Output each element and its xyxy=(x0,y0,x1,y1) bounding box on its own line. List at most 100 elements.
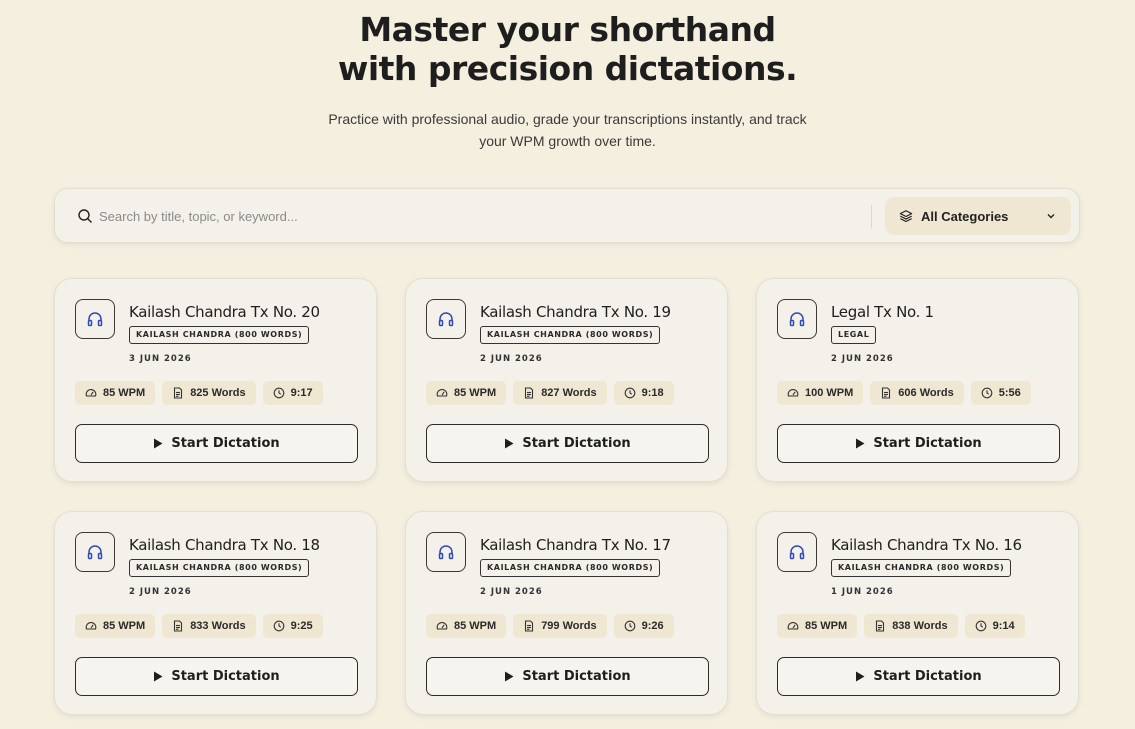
start-dictation-button[interactable]: Start Dictation xyxy=(75,424,358,463)
card-stats: 85 WPM 825 Words 9:17 xyxy=(75,381,323,405)
wpm-value: 100 WPM xyxy=(805,387,854,399)
speedometer-icon xyxy=(787,622,799,630)
headphones-icon xyxy=(438,312,454,327)
start-dictation-label: Start Dictation xyxy=(171,436,280,451)
start-dictation-button[interactable]: Start Dictation xyxy=(777,424,1060,463)
audio-icon-box xyxy=(426,532,466,572)
words-value: 838 Words xyxy=(892,620,948,632)
headphones-icon xyxy=(87,312,103,327)
search-icon xyxy=(78,209,92,223)
audio-icon-box xyxy=(426,299,466,339)
words-stat: 833 Words xyxy=(162,614,256,638)
wpm-value: 85 WPM xyxy=(454,620,497,632)
words-stat: 799 Words xyxy=(513,614,607,638)
document-icon xyxy=(876,620,885,632)
card-date: 3 JUN 2026 xyxy=(129,354,192,364)
card-date: 2 JUN 2026 xyxy=(480,354,543,364)
page-title-line2: with precision dictations. xyxy=(337,49,798,88)
wpm-value: 85 WPM xyxy=(103,387,146,399)
start-dictation-button[interactable]: Start Dictation xyxy=(75,657,358,696)
play-icon xyxy=(856,671,865,682)
speedometer-icon xyxy=(787,389,799,397)
start-dictation-button[interactable]: Start Dictation xyxy=(426,657,709,696)
card-title[interactable]: Kailash Chandra Tx No. 20 xyxy=(129,303,320,321)
card-stats: 85 WPM 838 Words 9:14 xyxy=(777,614,1025,638)
layers-icon xyxy=(899,210,913,223)
duration-value: 9:14 xyxy=(992,620,1015,632)
clock-icon xyxy=(273,387,284,399)
chevron-down-icon xyxy=(1047,214,1055,219)
search-bar: All Categories xyxy=(54,188,1080,243)
duration-stat: 9:18 xyxy=(613,381,674,405)
duration-value: 9:26 xyxy=(641,620,664,632)
category-select[interactable]: All Categories xyxy=(885,197,1071,235)
wpm-stat: 85 WPM xyxy=(777,614,858,638)
duration-value: 9:17 xyxy=(290,387,313,399)
search-divider xyxy=(871,205,872,228)
category-tag: KAILASH CHANDRA (800 WORDS) xyxy=(129,326,310,344)
wpm-stat: 85 WPM xyxy=(75,614,156,638)
duration-value: 5:56 xyxy=(998,387,1021,399)
card-title[interactable]: Kailash Chandra Tx No. 19 xyxy=(480,303,671,321)
card-stats: 100 WPM 606 Words 5:56 xyxy=(777,381,1031,405)
wpm-stat: 100 WPM xyxy=(777,381,864,405)
clock-icon xyxy=(624,387,635,399)
clock-icon xyxy=(624,620,635,632)
duration-value: 9:18 xyxy=(641,387,664,399)
card-date: 1 JUN 2026 xyxy=(831,587,894,597)
duration-value: 9:25 xyxy=(290,620,313,632)
play-icon xyxy=(505,438,514,449)
start-dictation-button[interactable]: Start Dictation xyxy=(426,424,709,463)
headphones-icon xyxy=(789,312,805,327)
wpm-stat: 85 WPM xyxy=(75,381,156,405)
duration-stat: 9:14 xyxy=(964,614,1025,638)
duration-stat: 9:26 xyxy=(613,614,674,638)
wpm-stat: 85 WPM xyxy=(426,381,507,405)
play-icon xyxy=(154,671,163,682)
category-tag: LEGAL xyxy=(831,326,877,344)
speedometer-icon xyxy=(436,622,448,630)
play-icon xyxy=(856,438,865,449)
card-date: 2 JUN 2026 xyxy=(831,354,894,364)
page-title: Master your shorthand with precision dic… xyxy=(0,10,1135,88)
wpm-value: 85 WPM xyxy=(103,620,146,632)
words-stat: 838 Words xyxy=(864,614,958,638)
card-title[interactable]: Kailash Chandra Tx No. 16 xyxy=(831,536,1022,554)
wpm-stat: 85 WPM xyxy=(426,614,507,638)
dictation-card: Kailash Chandra Tx No. 18 KAILASH CHANDR… xyxy=(54,511,377,715)
wpm-value: 85 WPM xyxy=(805,620,848,632)
dictation-card: Kailash Chandra Tx No. 19 KAILASH CHANDR… xyxy=(405,278,728,482)
words-value: 825 Words xyxy=(190,387,246,399)
hero: Master your shorthand with precision dic… xyxy=(0,10,1135,152)
document-icon xyxy=(174,387,183,399)
audio-icon-box xyxy=(75,299,115,339)
speedometer-icon xyxy=(436,389,448,397)
words-stat: 606 Words xyxy=(870,381,964,405)
duration-stat: 5:56 xyxy=(970,381,1031,405)
audio-icon-box xyxy=(777,532,817,572)
card-stats: 85 WPM 833 Words 9:25 xyxy=(75,614,323,638)
card-date: 2 JUN 2026 xyxy=(129,587,192,597)
dictation-card: Kailash Chandra Tx No. 16 KAILASH CHANDR… xyxy=(756,511,1079,715)
start-dictation-button[interactable]: Start Dictation xyxy=(777,657,1060,696)
duration-stat: 9:25 xyxy=(262,614,323,638)
card-title[interactable]: Legal Tx No. 1 xyxy=(831,303,934,321)
document-icon xyxy=(525,620,534,632)
document-icon xyxy=(882,387,891,399)
card-stats: 85 WPM 827 Words 9:18 xyxy=(426,381,674,405)
card-title[interactable]: Kailash Chandra Tx No. 18 xyxy=(129,536,320,554)
category-tag: KAILASH CHANDRA (800 WORDS) xyxy=(480,559,661,577)
search-input[interactable] xyxy=(99,201,859,231)
card-title[interactable]: Kailash Chandra Tx No. 17 xyxy=(480,536,671,554)
words-value: 827 Words xyxy=(541,387,597,399)
start-dictation-label: Start Dictation xyxy=(522,669,631,684)
category-tag: KAILASH CHANDRA (800 WORDS) xyxy=(831,559,1012,577)
start-dictation-label: Start Dictation xyxy=(873,669,982,684)
play-icon xyxy=(505,671,514,682)
headphones-icon xyxy=(438,545,454,560)
document-icon xyxy=(525,387,534,399)
speedometer-icon xyxy=(85,622,97,630)
card-date: 2 JUN 2026 xyxy=(480,587,543,597)
start-dictation-label: Start Dictation xyxy=(171,669,280,684)
words-value: 799 Words xyxy=(541,620,597,632)
